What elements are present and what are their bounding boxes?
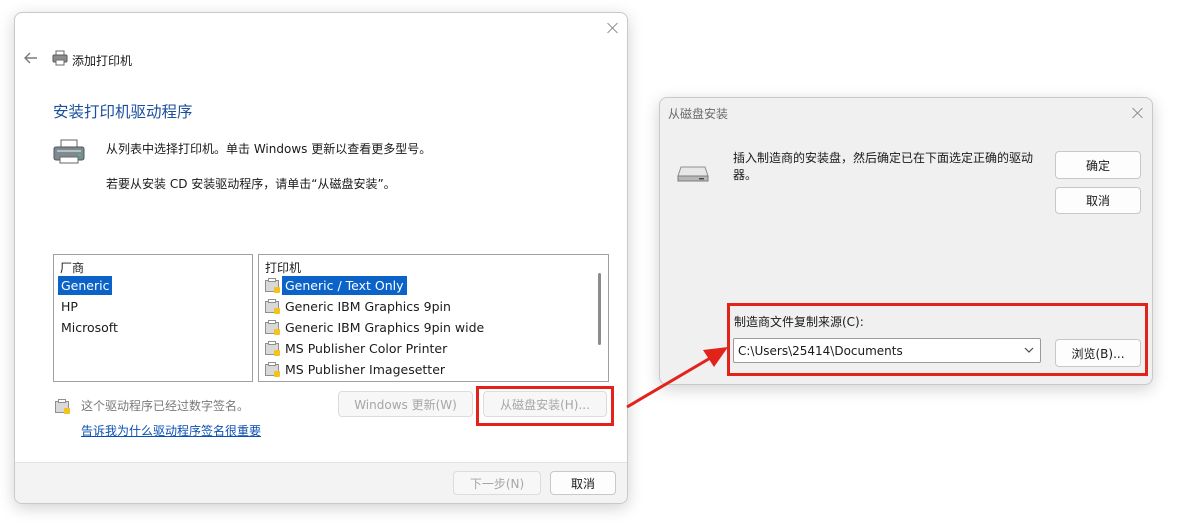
source-label: 制造商文件复制来源(C): <box>734 315 864 329</box>
have-disk-button[interactable]: 从磁盘安装(H)... <box>483 391 607 417</box>
manufacturer-list[interactable]: 厂商 Generic HP Microsoft <box>53 254 253 382</box>
printer-item-label: Generic IBM Graphics 9pin <box>285 299 451 314</box>
printer-small-icon <box>52 50 68 66</box>
manufacturer-item-label: Generic <box>58 276 113 295</box>
printer-item[interactable]: Generic IBM Graphics 9pin <box>265 296 608 317</box>
printer-driver-icon <box>265 319 280 335</box>
printer-driver-icon <box>265 340 280 356</box>
manufacturer-list-header: 厂商 <box>60 261 85 275</box>
install-from-disk-dialog: 从磁盘安装 插入制造商的安装盘，然后确定已在下面选定正确的驱动器。 确定 取消 … <box>659 97 1153 385</box>
signed-driver-icon <box>55 399 70 414</box>
dialog-title: 从磁盘安装 <box>668 107 729 121</box>
back-arrow-icon[interactable] <box>24 52 38 64</box>
manufacturer-item-label: HP <box>61 299 78 314</box>
printer-item[interactable]: MS Publisher Color Printer <box>265 338 608 359</box>
description-line-1: 从列表中选择打印机。单击 Windows 更新以查看更多型号。 <box>106 142 432 156</box>
add-printer-window: 添加打印机 安装打印机驱动程序 从列表中选择打印机。单击 Windows 更新以… <box>14 12 628 504</box>
page-heading: 安装打印机驱动程序 <box>53 103 193 121</box>
next-button[interactable]: 下一步(N) <box>453 471 541 495</box>
chevron-down-icon[interactable] <box>1024 347 1034 354</box>
windows-update-button[interactable]: Windows 更新(W) <box>338 391 473 417</box>
printer-item-label: MS Publisher Color Printer <box>285 341 448 356</box>
printer-large-icon <box>53 139 85 164</box>
disk-drive-icon <box>677 166 709 182</box>
printer-driver-icon <box>265 361 280 377</box>
printer-list-scrollbar[interactable] <box>598 273 601 345</box>
printer-item[interactable]: Generic / Text Only <box>265 275 608 296</box>
printer-driver-icon <box>265 277 280 293</box>
printer-item-label: MS Publisher Imagesetter <box>285 362 446 377</box>
printer-item-label: Generic / Text Only <box>282 276 407 295</box>
printer-list[interactable]: 打印机 Generic / Text Only Generic IBM Graph… <box>258 254 609 382</box>
dialog-instruction: 插入制造商的安装盘，然后确定已在下面选定正确的驱动器。 <box>733 151 1034 182</box>
signed-driver-note: 这个驱动程序已经过数字签名。 <box>81 399 250 413</box>
printer-item[interactable]: MS Publisher Imagesetter <box>265 359 608 380</box>
manufacturer-item[interactable]: Microsoft <box>58 317 252 338</box>
ok-button[interactable]: 确定 <box>1055 151 1141 179</box>
description-line-2: 若要从安装 CD 安装驱动程序，请单击“从磁盘安装”。 <box>106 177 396 191</box>
close-icon[interactable] <box>606 21 620 35</box>
source-path-value: C:\Users\25414\Documents <box>738 344 903 358</box>
printer-item[interactable]: Generic IBM Graphics 9pin wide <box>265 317 608 338</box>
dialog-close-icon[interactable] <box>1131 106 1145 120</box>
printer-item-label: Generic IBM Graphics 9pin wide <box>285 320 485 335</box>
source-path-combobox[interactable]: C:\Users\25414\Documents <box>733 338 1041 363</box>
why-signing-link[interactable]: 告诉我为什么驱动程序签名很重要 <box>81 422 261 439</box>
printer-driver-icon <box>265 298 280 314</box>
manufacturer-item[interactable]: HP <box>58 296 252 317</box>
dialog-cancel-button[interactable]: 取消 <box>1055 187 1141 214</box>
window-header-title: 添加打印机 <box>72 54 133 68</box>
browse-button[interactable]: 浏览(B)... <box>1055 339 1141 367</box>
manufacturer-item[interactable]: Generic <box>58 275 252 296</box>
manufacturer-item-label: Microsoft <box>61 320 118 335</box>
printer-list-header: 打印机 <box>265 261 302 275</box>
cancel-button[interactable]: 取消 <box>550 471 616 495</box>
